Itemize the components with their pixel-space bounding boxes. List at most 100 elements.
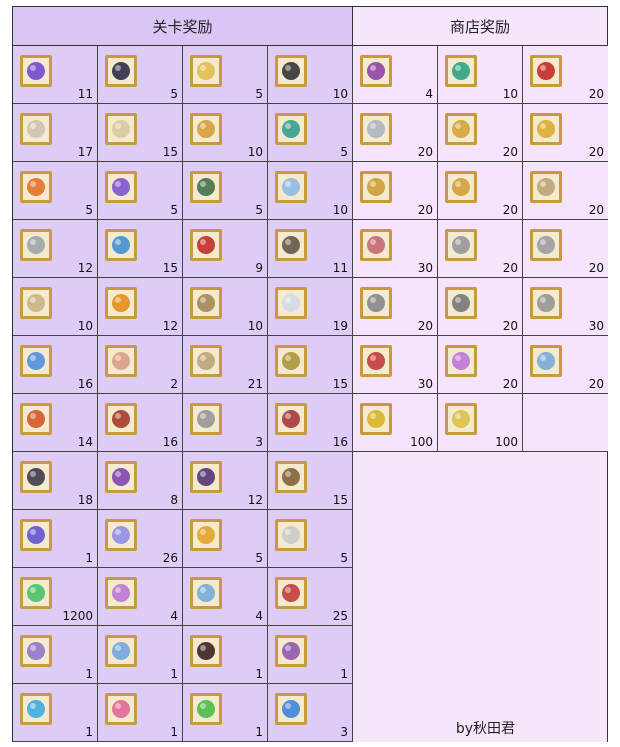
reward-cell: 25 [268, 568, 353, 626]
reward-cell: 10 [268, 162, 353, 220]
gold-statue-icon [445, 113, 477, 145]
golden-lamp-icon [190, 113, 222, 145]
reward-cell: 5 [98, 46, 183, 104]
reward-quantity: 20 [502, 145, 518, 159]
reward-quantity: 12 [247, 493, 263, 507]
blue-key-icon [20, 693, 52, 725]
reward-table: 关卡奖励 商店奖励 11 5 5 10 17 15 10 5 5 5 5 10 12 15 9 11 10 12 1… [12, 6, 608, 742]
green-key-icon [190, 693, 222, 725]
reward-quantity: 100 [410, 435, 433, 449]
phoenix-claw-icon [20, 403, 52, 435]
reward-quantity: 20 [588, 377, 604, 391]
pink-key-icon [105, 693, 137, 725]
gold-statue-icon [360, 171, 392, 203]
red-feather-icon [360, 345, 392, 377]
reward-quantity: 11 [77, 87, 93, 101]
reward-quantity: 2 [170, 377, 178, 391]
reward-quantity: 15 [332, 377, 348, 391]
reward-cell: 20 [523, 46, 608, 104]
servant-card-icon [445, 345, 477, 377]
reward-cell: 30 [353, 220, 438, 278]
dark-horn-icon [105, 55, 137, 87]
red-drop-icon [530, 55, 562, 87]
reward-quantity: 1 [255, 725, 263, 739]
fire-core-icon [105, 287, 137, 319]
reward-quantity: 5 [170, 203, 178, 217]
reward-quantity: 14 [77, 435, 93, 449]
reward-quantity: 20 [417, 203, 433, 217]
reward-quantity: 4 [255, 609, 263, 623]
reward-cell: 30 [353, 336, 438, 394]
reward-quantity: 3 [340, 725, 348, 739]
reward-quantity: 10 [247, 145, 263, 159]
reward-cell: 5 [98, 162, 183, 220]
reward-quantity: 12 [162, 319, 178, 333]
reward-cell: 1 [13, 684, 98, 742]
reward-quantity: 5 [170, 87, 178, 101]
reward-cell: 20 [523, 336, 608, 394]
peacock-jewel-icon [275, 113, 307, 145]
reward-cell: 17 [13, 104, 98, 162]
reward-cell: 19 [268, 278, 353, 336]
pearl-gem-icon [105, 113, 137, 145]
reward-quantity: 21 [247, 377, 263, 391]
reward-quantity: 4 [425, 87, 433, 101]
reward-cell: 5 [268, 510, 353, 568]
reward-cell: 5 [183, 162, 268, 220]
white-magatama-icon [20, 229, 52, 261]
reward-quantity: 16 [77, 377, 93, 391]
green-gem-icon [20, 577, 52, 609]
reward-quantity: 20 [502, 319, 518, 333]
blue-swirl-icon [105, 635, 137, 667]
red-card-icon [275, 577, 307, 609]
reward-cell: 4 [98, 568, 183, 626]
reward-quantity: 25 [332, 609, 348, 623]
reward-cell: 1 [183, 684, 268, 742]
reward-quantity: 20 [502, 261, 518, 275]
purple-horn-icon [105, 461, 137, 493]
reward-quantity: 20 [417, 145, 433, 159]
shop-rewards-grid: 4 10 20 20 20 20 20 20 20 30 20 20 20 20 30 30 20 20 100 10… [353, 46, 608, 452]
stage-rewards-grid: 11 5 5 10 17 15 10 5 5 5 5 10 12 15 9 11 10 12 10 19 16 2 21 15… [13, 46, 353, 742]
green-necklace-icon [445, 55, 477, 87]
gold-servant-card-icon [360, 403, 392, 435]
red-chain-icon [105, 403, 137, 435]
reward-quantity: 20 [588, 203, 604, 217]
seashell-icon [105, 345, 137, 377]
reward-cell: 100 [438, 394, 523, 452]
reward-cell: 16 [98, 394, 183, 452]
reward-quantity: 15 [162, 145, 178, 159]
golden-lamp-icon [445, 171, 477, 203]
reward-cell: 1 [13, 510, 98, 568]
gold-craft-card-icon [445, 403, 477, 435]
reward-quantity: 10 [332, 87, 348, 101]
reward-quantity: 20 [588, 87, 604, 101]
reward-cell: 12 [98, 278, 183, 336]
reward-cell: 5 [183, 510, 268, 568]
servant-card-icon [105, 577, 137, 609]
shop-rewards-header: 商店奖励 [353, 7, 607, 46]
reward-quantity: 26 [162, 551, 178, 565]
purple-portrait-icon [360, 55, 392, 87]
reward-cell: 9 [183, 220, 268, 278]
reward-quantity: 16 [332, 435, 348, 449]
reward-quantity: 15 [332, 493, 348, 507]
reward-quantity: 17 [77, 145, 93, 159]
reward-cell: 1 [98, 626, 183, 684]
reward-quantity: 5 [255, 203, 263, 217]
ancient-scepter-icon [275, 461, 307, 493]
reward-cell: 18 [13, 452, 98, 510]
reward-cell: 20 [438, 162, 523, 220]
grey-fang-icon [190, 403, 222, 435]
reward-quantity: 19 [332, 319, 348, 333]
reward-cell: 11 [268, 220, 353, 278]
black-claw-icon [20, 461, 52, 493]
gold-statue-icon [530, 113, 562, 145]
stage-rewards-header: 关卡奖励 [13, 7, 353, 46]
reward-quantity: 8 [170, 493, 178, 507]
bone-icon [275, 403, 307, 435]
fire-feather-icon [20, 171, 52, 203]
silver-statue-icon [360, 287, 392, 319]
reward-cell: 3 [268, 684, 353, 742]
reward-cell: 3 [183, 394, 268, 452]
